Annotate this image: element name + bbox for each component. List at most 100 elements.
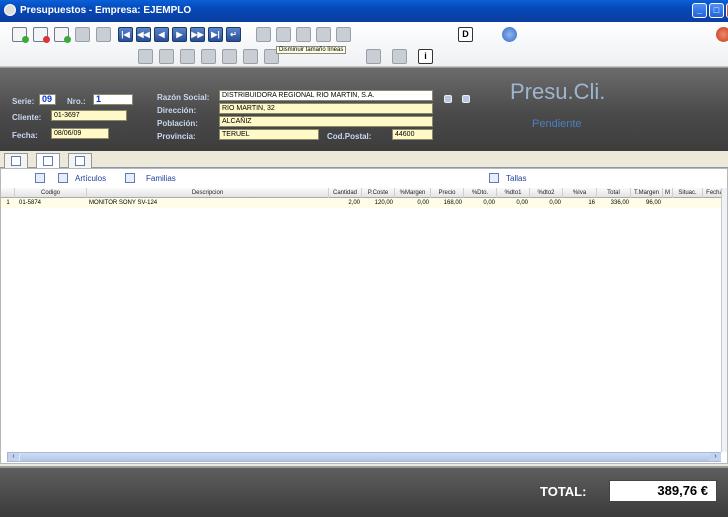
undo-icon[interactable]	[96, 27, 111, 42]
previous-record-icon[interactable]: ◀	[154, 27, 169, 42]
first-record-icon[interactable]: |◀	[118, 27, 133, 42]
cell-cantidad[interactable]: 2,00	[329, 198, 362, 208]
next-page-icon[interactable]: ▶▶	[190, 27, 205, 42]
document-icon	[11, 156, 21, 166]
tallas-icon[interactable]	[489, 173, 499, 183]
nro-field[interactable]: 1	[93, 94, 133, 105]
table-row[interactable]: 1 01-5874 MONITOR SONY SV-124 2,00 120,0…	[1, 198, 727, 208]
column-t-margen[interactable]: T.Margen	[631, 188, 663, 198]
tab-general[interactable]	[4, 153, 28, 168]
column-descripcion[interactable]: Descripcion	[87, 188, 329, 198]
column-dto2[interactable]: %dto2	[530, 188, 563, 198]
familias-link[interactable]: Familias	[146, 174, 176, 183]
cell-iva[interactable]: 16	[563, 198, 597, 208]
new-document-icon[interactable]	[12, 27, 29, 43]
column-total[interactable]: Total	[597, 188, 631, 198]
cell-margen[interactable]: 0,00	[395, 198, 431, 208]
cod-postal-field[interactable]: 44600	[392, 129, 433, 140]
cell-dto1[interactable]: 0,00	[497, 198, 530, 208]
settings-icon[interactable]	[392, 49, 407, 64]
razon-social-label: Razón Social:	[157, 93, 210, 102]
window-icon[interactable]	[256, 27, 271, 42]
serie-field[interactable]: 09	[39, 94, 56, 105]
razon-social-field[interactable]: DISTRIBUIDORA REGIONAL RIO MARTIN, S.A.	[219, 90, 433, 101]
next-record-icon[interactable]: ▶	[172, 27, 187, 42]
articulos-link[interactable]: Artículos	[75, 174, 106, 183]
cell-fecha[interactable]	[703, 198, 721, 208]
poblacion-label: Población:	[157, 119, 198, 128]
column-m[interactable]: M	[663, 188, 673, 198]
previous-page-icon[interactable]: ◀◀	[136, 27, 151, 42]
tools-icon[interactable]	[75, 27, 90, 42]
cell-dto2[interactable]: 0,00	[530, 198, 563, 208]
direccion-label: Dirección:	[157, 106, 197, 115]
scroll-thumb[interactable]	[20, 453, 710, 461]
scroll-right-icon[interactable]: ›	[710, 453, 721, 461]
grid-toolbar: Artículos Familias Tallas	[1, 169, 727, 188]
search-icon[interactable]	[243, 49, 258, 64]
provincia-field[interactable]: TERUEL	[219, 129, 319, 140]
column-cantidad[interactable]: Cantidad	[329, 188, 362, 198]
column-situac[interactable]: Situac.	[673, 188, 703, 198]
cell-total[interactable]: 336,00	[597, 198, 631, 208]
tab-lines[interactable]	[36, 153, 60, 169]
print-preview-icon[interactable]	[296, 27, 311, 42]
tallas-link[interactable]: Tallas	[506, 174, 526, 183]
poblacion-field[interactable]: ALCAÑIZ	[219, 116, 433, 127]
column-margen[interactable]: %Margen	[395, 188, 431, 198]
cell-dto[interactable]: 0,00	[464, 198, 497, 208]
duplicate-icon[interactable]	[180, 49, 195, 64]
client-lookup-icon[interactable]	[444, 95, 452, 103]
horizontal-scrollbar[interactable]: ‹ ›	[7, 452, 721, 462]
familias-icon[interactable]	[125, 173, 135, 183]
cell-m[interactable]	[663, 198, 673, 208]
articulos-icon[interactable]	[58, 173, 68, 183]
fecha-field[interactable]: 08/06/09	[51, 128, 109, 139]
last-record-icon[interactable]: ▶|	[208, 27, 223, 42]
chart-icon[interactable]	[366, 49, 381, 64]
toolbar: |◀ ◀◀ ◀ ▶ ▶▶ ▶| ↵ D Disminuir tamaño lín…	[0, 22, 728, 67]
window-title: Presupuestos - Empresa: EJEMPLO	[20, 5, 192, 16]
serie-label: Serie:	[12, 97, 35, 106]
tab-notes[interactable]	[68, 153, 92, 168]
client-edit-icon[interactable]	[462, 95, 470, 103]
app-icon	[4, 4, 16, 16]
spell-check-icon[interactable]	[222, 49, 237, 64]
cell-descripcion[interactable]: MONITOR SONY SV-124	[89, 198, 329, 208]
cell-codigo[interactable]: 01-5874	[19, 198, 87, 208]
help-icon[interactable]	[502, 27, 517, 42]
cell-precio[interactable]: 168,00	[431, 198, 464, 208]
grid-icon[interactable]	[138, 49, 153, 64]
document-type-title: Presu.Cli.	[510, 79, 606, 104]
refresh-icon[interactable]	[35, 173, 45, 183]
info-icon[interactable]: i	[418, 49, 433, 64]
scroll-left-icon[interactable]: ‹	[8, 453, 19, 461]
table-icon[interactable]	[159, 49, 174, 64]
column-p-coste[interactable]: P.Coste	[362, 188, 395, 198]
grid-header: Codigo Descripcion Cantidad P.Coste %Mar…	[1, 188, 727, 198]
direccion-field[interactable]: RIO MARTIN, 32	[219, 103, 433, 114]
column-dto1[interactable]: %dto1	[497, 188, 530, 198]
minimize-button[interactable]: _	[692, 3, 707, 18]
column-iva[interactable]: %Iva	[563, 188, 597, 198]
cell-p-coste[interactable]: 120,00	[362, 198, 395, 208]
cliente-field[interactable]: 01-3697	[51, 110, 127, 121]
go-to-record-icon[interactable]: ↵	[226, 27, 241, 42]
vertical-scrollbar[interactable]	[721, 188, 727, 452]
reduce-line-size-icon[interactable]	[316, 27, 331, 42]
column-codigo[interactable]: Codigo	[15, 188, 87, 198]
copy-icon[interactable]	[276, 27, 291, 42]
lines-icon	[43, 156, 53, 166]
maximize-button[interactable]: □	[709, 3, 724, 18]
cell-situac[interactable]	[673, 198, 703, 208]
document-d-icon[interactable]: D	[458, 27, 473, 42]
column-precio[interactable]: Precio	[431, 188, 464, 198]
cell-t-margen[interactable]: 96,00	[631, 198, 663, 208]
exit-icon[interactable]	[716, 27, 728, 42]
edit-document-icon[interactable]	[54, 27, 71, 43]
delete-document-icon[interactable]	[33, 27, 50, 43]
export-icon[interactable]	[336, 27, 351, 42]
column-dto[interactable]: %Dto.	[464, 188, 497, 198]
total-label: TOTAL:	[540, 484, 587, 499]
paste-icon[interactable]	[201, 49, 216, 64]
